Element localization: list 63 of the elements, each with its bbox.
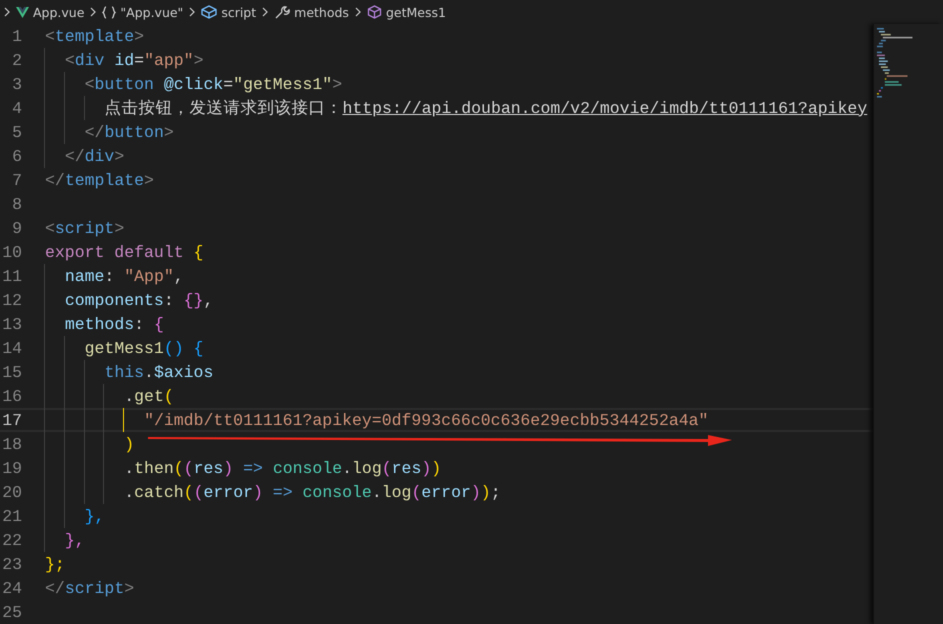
line-number: 11 (1, 266, 22, 286)
vue-logo-icon (16, 6, 29, 18)
chevron-icon (2, 7, 12, 17)
line-number: 19 (1, 458, 22, 478)
cube-icon (366, 5, 382, 19)
code-line: }, (45, 504, 104, 528)
line-number: 17 (1, 410, 22, 430)
code-line: <button @click="getMess1"> (45, 72, 342, 96)
breadcrumb-item[interactable]: "App.vue" (120, 4, 184, 20)
code-line: export default { (45, 242, 204, 264)
wrench-icon (274, 5, 290, 19)
code-line: name: "App", (45, 264, 184, 288)
line-number: 18 (1, 434, 22, 454)
line-number: 14 (1, 338, 22, 358)
line-number: 20 (1, 482, 22, 502)
code-line: methods: { (45, 312, 164, 336)
code-line: <template> (45, 26, 144, 48)
line-number: 9 (11, 218, 22, 238)
chevron-icon (260, 7, 270, 17)
line-number: 12 (1, 290, 22, 310)
line-number: 8 (11, 194, 22, 214)
code-line: this.$axios (45, 360, 214, 384)
code-line: }, (45, 528, 85, 552)
cube-icon (201, 5, 218, 19)
line-number: 3 (11, 74, 22, 94)
code-line: }; (45, 554, 65, 576)
code-line: </template> (45, 170, 154, 192)
line-number: 22 (1, 530, 22, 550)
line-number: 5 (11, 122, 22, 142)
line-number: 25 (1, 602, 22, 622)
breadcrumb-item[interactable]: App.vue (33, 4, 84, 20)
line-number: 24 (1, 578, 22, 598)
code-line: .then((res) => console.log(res)) (45, 456, 442, 480)
code-line: .get( (45, 384, 174, 408)
chevron-icon (352, 7, 363, 17)
line-number: 23 (1, 554, 22, 574)
line-number: 10 (1, 242, 22, 262)
code-line: 点击按钮，发送请求到该接口：https://api.douban.com/v2/movie/imdb/tt0111161?apikey (45, 96, 868, 120)
code-line: .catch((error) => console.log(error)); (45, 480, 501, 504)
code-line: "/imdb/tt0111161?apikey=0df993c66c0c636e29ecbb5344252a4a" (45, 408, 708, 432)
code-line: <div id="app"> (45, 48, 204, 72)
breadcrumb-item[interactable]: methods (294, 4, 349, 20)
code-line: </script> (45, 578, 134, 600)
line-number: 16 (1, 386, 22, 406)
line-number: 15 (1, 362, 22, 382)
line-number: 1 (11, 26, 22, 46)
line-number: 13 (1, 314, 22, 334)
code-line: </div> (45, 144, 124, 168)
code-line: components: {}, (45, 288, 214, 312)
breadcrumb-item[interactable]: getMess1 (386, 4, 446, 20)
breadcrumb-item[interactable]: script (221, 4, 256, 20)
braces-icon (102, 6, 116, 18)
chevron-icon (187, 7, 198, 17)
chevron-icon (88, 7, 98, 17)
line-number: 4 (11, 98, 22, 118)
code-line: <script> (45, 218, 124, 240)
code-line: getMess1() { (45, 336, 204, 360)
code-line: </button> (45, 120, 174, 144)
line-number: 21 (1, 506, 22, 526)
line-number: 7 (11, 170, 22, 190)
code-line: ) (45, 432, 134, 456)
line-number: 6 (11, 146, 22, 166)
line-number: 2 (11, 50, 22, 70)
